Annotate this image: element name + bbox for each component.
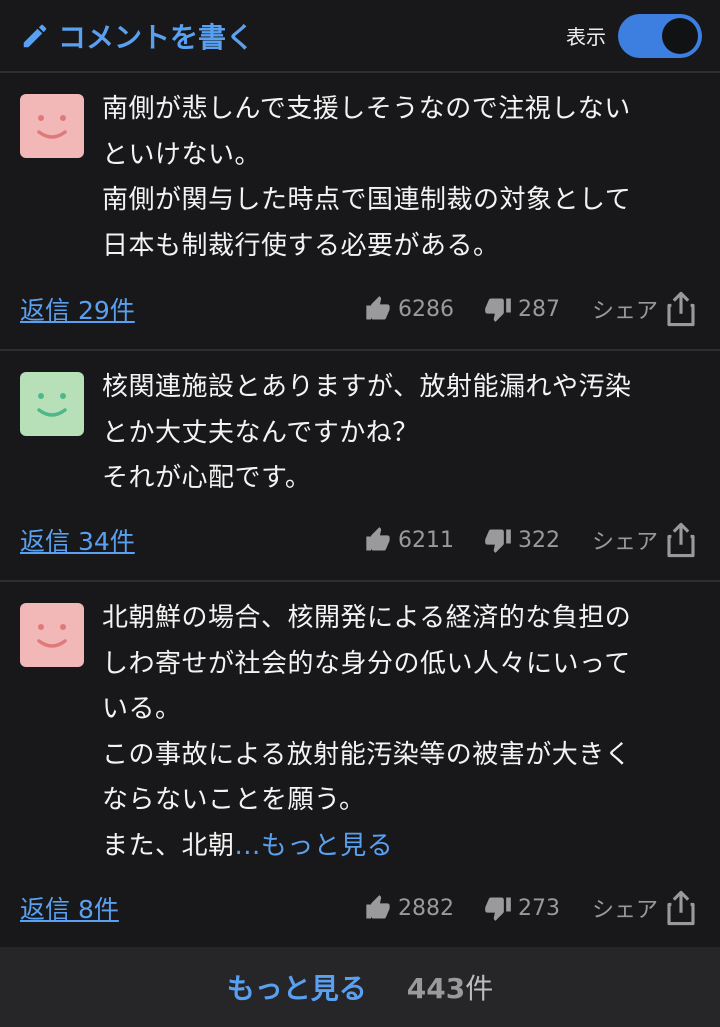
load-more-bar: もっと見る 443件	[0, 947, 720, 1027]
comment-line: 日本も制裁行使する必要がある。	[102, 230, 500, 261]
comment-last-line: また、北朝...もっと見る	[102, 824, 690, 870]
comment-line: といけない。	[102, 139, 262, 170]
write-comment-label: コメントを書く	[58, 20, 255, 54]
smile-face-icon	[20, 372, 84, 436]
thumbs-up-icon	[366, 527, 390, 551]
smile-face-icon	[20, 603, 84, 667]
comment-total-unit: 件	[465, 972, 494, 1005]
avatar	[20, 94, 84, 158]
dislike-button[interactable]: 287	[484, 295, 560, 323]
like-count: 6286	[397, 296, 454, 322]
comment-actions: 返信 34件 6211 322 シェア	[20, 522, 696, 558]
comment-line: いる。	[102, 694, 182, 724]
share-button[interactable]: シェア	[592, 291, 696, 327]
comment-line: ならないことを願う。	[102, 785, 366, 815]
pencil-icon	[23, 24, 47, 47]
comment-total: 443件	[407, 967, 493, 1007]
like-button[interactable]: 6286	[364, 295, 454, 323]
share-button[interactable]: シェア	[592, 522, 696, 558]
comment-actions: 返信 29件 6286 287 シェア	[20, 291, 696, 327]
comment-item: 北朝鮮の場合、核開発による経済的な負担の しわ寄せが社会的な身分の低い人々にいっ…	[0, 582, 720, 950]
comment-line: 南側が悲しんで支援しそうなので注視しない	[102, 94, 631, 124]
thumbs-up-icon	[366, 895, 390, 919]
share-label: シェア	[591, 898, 658, 923]
like-count: 2882	[397, 895, 454, 921]
avatar	[20, 603, 84, 667]
thumbs-up-icon	[366, 296, 390, 320]
share-label: シェア	[591, 299, 658, 324]
display-toggle[interactable]	[618, 13, 702, 58]
comment-line-truncated: また、北朝	[102, 830, 235, 861]
comment-line: それが心配です。	[102, 463, 312, 493]
comment-actions: 返信 8件 2882 273 シェア	[20, 890, 696, 926]
avatar	[20, 372, 84, 436]
like-button[interactable]: 2882	[364, 894, 454, 922]
comment-body: 南側が悲しんで支援しそうなので注視しない といけない。 南側が関与した時点で国連…	[102, 87, 690, 269]
share-button[interactable]: シェア	[592, 890, 696, 926]
smile-face-icon	[20, 94, 84, 158]
dislike-count: 287	[517, 296, 560, 322]
share-icon	[667, 890, 695, 926]
comment-line: 核関連施設とありますが、放射能漏れや汚染	[102, 372, 632, 402]
like-button[interactable]: 6211	[364, 526, 454, 554]
dislike-count: 322	[517, 527, 560, 553]
read-more-link[interactable]: ...もっと見る	[235, 831, 394, 861]
reply-link[interactable]: 返信 8件	[20, 890, 119, 926]
thumbs-down-icon	[485, 529, 511, 553]
reply-link[interactable]: 返信 29件	[20, 291, 135, 327]
dislike-button[interactable]: 273	[484, 894, 560, 922]
comment-body: 核関連施設とありますが、放射能漏れや汚染 とか大丈夫なんですかね？ それが心配で…	[102, 365, 690, 502]
comment-line: この事故による放射能汚染等の被害が大きく	[102, 739, 632, 770]
share-icon	[667, 522, 695, 558]
thumbs-down-icon	[485, 298, 511, 322]
share-icon	[667, 291, 695, 327]
comment-item: 核関連施設とありますが、放射能漏れや汚染 とか大丈夫なんですかね？ それが心配で…	[0, 351, 720, 582]
comment-line: とか大丈夫なんですかね？	[102, 417, 419, 448]
dislike-button[interactable]: 322	[484, 526, 560, 554]
toggle-knob	[662, 17, 698, 54]
comment-line: 南側が関与した時点で国連制裁の対象として	[102, 185, 632, 215]
display-toggle-group: 表示	[566, 13, 702, 58]
dislike-count: 273	[517, 895, 560, 921]
comment-total-number: 443	[406, 972, 466, 1005]
reply-link[interactable]: 返信 34件	[20, 522, 135, 558]
comment-item: 南側が悲しんで支援しそうなので注視しない といけない。 南側が関与した時点で国連…	[0, 73, 720, 351]
thumbs-down-icon	[485, 897, 511, 921]
like-count: 6211	[397, 527, 454, 553]
write-comment-button[interactable]: コメントを書く	[20, 16, 254, 56]
comment-line: 北朝鮮の場合、核開発による経済的な負担の	[102, 603, 632, 633]
display-toggle-label: 表示	[566, 25, 606, 49]
load-more-button[interactable]: もっと見る	[227, 967, 367, 1007]
comments-header: コメントを書く 表示	[0, 0, 720, 73]
comment-body: 北朝鮮の場合、核開発による経済的な負担の しわ寄せが社会的な身分の低い人々にいっ…	[102, 596, 690, 869]
share-label: シェア	[591, 530, 658, 555]
comment-line: しわ寄せが社会的な身分の低い人々にいって	[102, 648, 631, 679]
